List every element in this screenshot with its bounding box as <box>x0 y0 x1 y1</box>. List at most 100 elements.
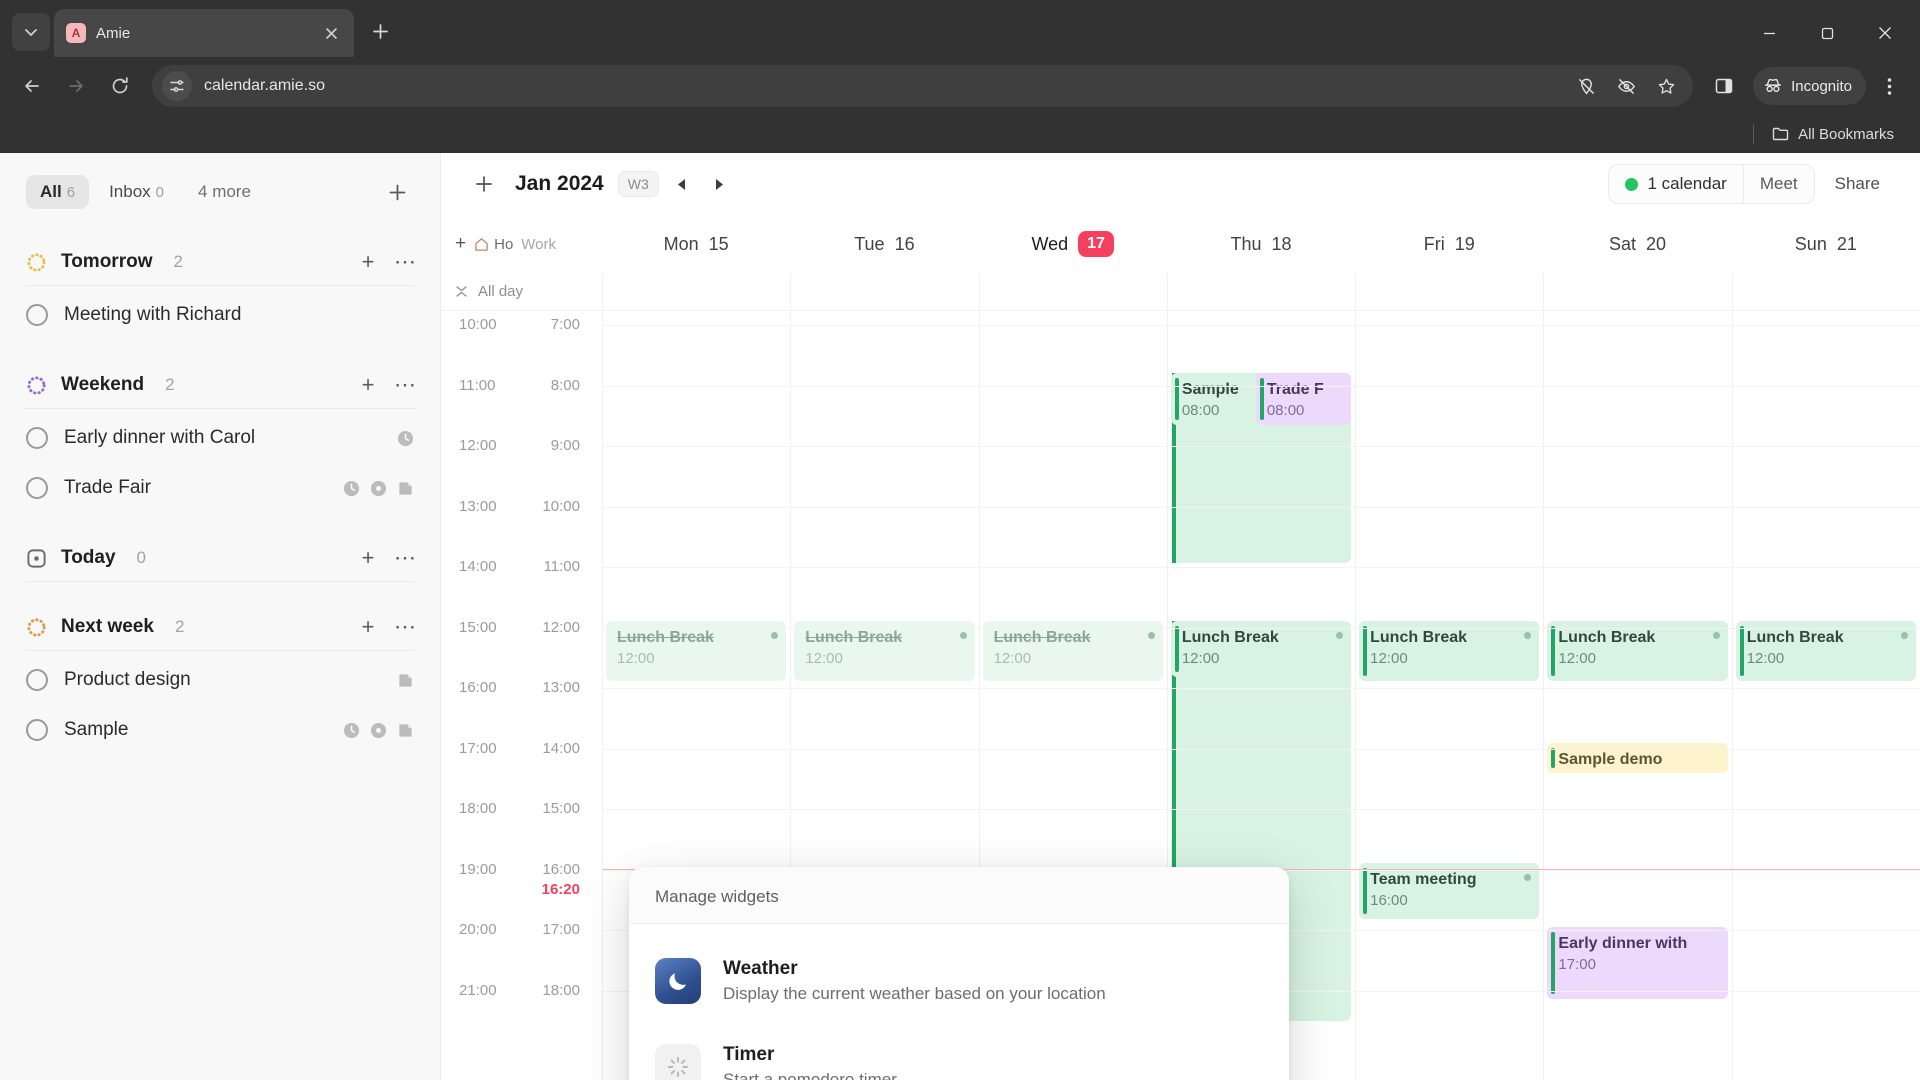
calendar-event[interactable]: Lunch Break 12:00 <box>1547 621 1728 681</box>
task-item[interactable]: Trade Fair <box>26 463 414 513</box>
kebab-menu-icon[interactable] <box>1870 67 1908 105</box>
all-day-cell[interactable] <box>1166 273 1355 310</box>
divider <box>26 581 414 582</box>
day-header-wed[interactable]: Wed 17 <box>979 231 1167 257</box>
group-add-icon[interactable]: + <box>358 251 378 273</box>
address-bar[interactable]: calendar.amie.so <box>152 65 1694 107</box>
task-item[interactable]: Product design <box>26 655 414 705</box>
tab-search-button[interactable] <box>12 13 50 51</box>
group-more-icon[interactable]: ⋯ <box>394 374 416 396</box>
current-month-label: Jan 2024 <box>515 172 604 195</box>
day-column-fri[interactable]: Lunch Break 12:00 Team meeting 16:00 <box>1355 311 1543 1080</box>
calendar-event[interactable]: Lunch Break 12:00 <box>1359 621 1540 681</box>
all-day-cell[interactable] <box>602 273 790 310</box>
widget-item-weather[interactable]: Weather Display the current weather base… <box>655 938 1263 1024</box>
task-checkbox[interactable] <box>26 304 48 326</box>
calendar-event[interactable]: Lunch Break 12:00 <box>606 621 787 681</box>
group-header[interactable]: Next week 2 + ⋯ <box>26 610 416 650</box>
tab-home[interactable]: Ho <box>474 236 513 253</box>
meet-button[interactable]: Meet <box>1742 165 1814 203</box>
calendar-event[interactable]: Team meeting 16:00 <box>1359 863 1540 919</box>
all-day-cell[interactable] <box>1355 273 1543 310</box>
group-more-icon[interactable]: ⋯ <box>394 616 416 638</box>
incognito-indicator[interactable]: Incognito <box>1753 67 1866 105</box>
task-item[interactable]: Meeting with Richard <box>26 290 414 340</box>
task-checkbox[interactable] <box>26 427 48 449</box>
time-row-label: 18:00 15:00 <box>441 800 602 817</box>
day-header-sat[interactable]: Sat 20 <box>1543 231 1731 257</box>
group-more-icon[interactable]: ⋯ <box>394 547 416 569</box>
day-header-fri[interactable]: Fri 19 <box>1355 231 1543 257</box>
all-day-cell[interactable] <box>1731 273 1920 310</box>
forward-arrow-icon[interactable] <box>56 66 96 106</box>
calendar-event[interactable]: Early dinner with 17:00 <box>1547 927 1728 999</box>
calendar-add-button[interactable] <box>467 167 501 201</box>
group-more-icon[interactable]: ⋯ <box>394 251 416 273</box>
prev-week-button[interactable] <box>667 169 697 199</box>
new-tab-button[interactable] <box>362 13 398 49</box>
time-primary: 21:00 <box>459 981 497 999</box>
day-header-tue[interactable]: Tue 16 <box>790 231 978 257</box>
calendar-event[interactable]: Lunch Break 12:00 <box>1170 621 1352 677</box>
note-icon <box>399 673 412 687</box>
tab-work[interactable]: Work <box>521 236 556 253</box>
calendar-event[interactable]: Trade F 08:00 <box>1255 373 1352 425</box>
location-blocked-icon[interactable] <box>1567 67 1605 105</box>
day-header-sun[interactable]: Sun 21 <box>1732 231 1920 257</box>
day-header-mon[interactable]: Mon 15 <box>602 231 790 257</box>
day-column-sun[interactable]: Lunch Break 12:00 <box>1731 311 1920 1080</box>
eye-off-icon[interactable] <box>1607 67 1645 105</box>
group-header[interactable]: Weekend 2 + ⋯ <box>26 368 416 408</box>
folder-icon <box>1772 127 1789 141</box>
reload-icon[interactable] <box>100 66 140 106</box>
calendar-event[interactable]: Lunch Break 12:00 <box>982 621 1163 681</box>
share-button[interactable]: Share <box>1819 165 1896 203</box>
event-time: 12:00 <box>1746 650 1785 668</box>
all-day-cell[interactable] <box>1543 273 1731 310</box>
calendar-selector-button[interactable]: 1 calendar <box>1609 165 1742 203</box>
calendar-event[interactable]: Sample 08:00 <box>1170 373 1264 425</box>
window-close-button[interactable] <box>1856 9 1914 57</box>
filter-all[interactable]: All 6 <box>26 175 90 209</box>
bookmark-star-icon[interactable] <box>1647 67 1685 105</box>
side-panel-icon[interactable] <box>1705 67 1743 105</box>
calendar-event[interactable]: Lunch Break 12:00 <box>1735 621 1916 681</box>
tab-close-icon[interactable] <box>320 22 342 44</box>
all-day-label-cell[interactable]: All day <box>441 273 602 310</box>
event-title: Lunch Break <box>1370 629 1468 646</box>
minimize-button[interactable] <box>1740 9 1798 57</box>
all-day-cell[interactable] <box>978 273 1167 310</box>
widget-item-timer[interactable]: Timer Start a pomodoro timer <box>655 1024 1263 1080</box>
browser-tab[interactable]: A Amie <box>54 9 354 57</box>
site-settings-icon[interactable] <box>162 71 192 101</box>
widget-text: Timer Start a pomodoro timer <box>723 1044 897 1080</box>
group-add-icon[interactable]: + <box>358 374 378 396</box>
day-header-thu[interactable]: Thu 18 <box>1167 231 1355 257</box>
add-timezone-icon[interactable]: + <box>455 233 466 255</box>
back-arrow-icon[interactable] <box>12 66 52 106</box>
calendar-event[interactable]: Lunch Break 12:00 <box>794 621 975 681</box>
maximize-button[interactable] <box>1798 9 1856 57</box>
time-primary: 12:00 <box>459 437 497 454</box>
add-list-button[interactable] <box>380 175 414 209</box>
all-day-cell[interactable] <box>790 273 978 310</box>
task-checkbox[interactable] <box>26 719 48 741</box>
time-row-label: 17:00 14:00 <box>441 740 602 757</box>
day-column-sat[interactable]: Lunch Break 12:00 Sample demo Early dinner … <box>1543 311 1731 1080</box>
group-header[interactable]: Today 0 + ⋯ <box>26 541 416 581</box>
all-bookmarks-button[interactable]: All Bookmarks <box>1764 121 1902 147</box>
task-checkbox[interactable] <box>26 669 48 691</box>
filter-inbox[interactable]: Inbox 0 <box>95 175 178 209</box>
time-row-label: 16:00 13:00 <box>441 679 602 696</box>
calendar-event[interactable]: Sample demo <box>1547 743 1728 773</box>
group-add-icon[interactable]: + <box>358 547 378 569</box>
task-checkbox[interactable] <box>26 477 48 499</box>
task-item[interactable]: Early dinner with Carol <box>26 413 414 463</box>
week-badge[interactable]: W3 <box>617 171 659 197</box>
group-add-icon[interactable]: + <box>358 616 378 638</box>
sidebar: All 6 Inbox 0 4 more Tomorrow 2 + ⋯ Meet… <box>0 153 441 1080</box>
task-item[interactable]: Sample <box>26 705 414 755</box>
group-header[interactable]: Tomorrow 2 + ⋯ <box>26 245 416 285</box>
filter-more[interactable]: 4 more <box>184 175 265 209</box>
next-week-button[interactable] <box>705 169 735 199</box>
